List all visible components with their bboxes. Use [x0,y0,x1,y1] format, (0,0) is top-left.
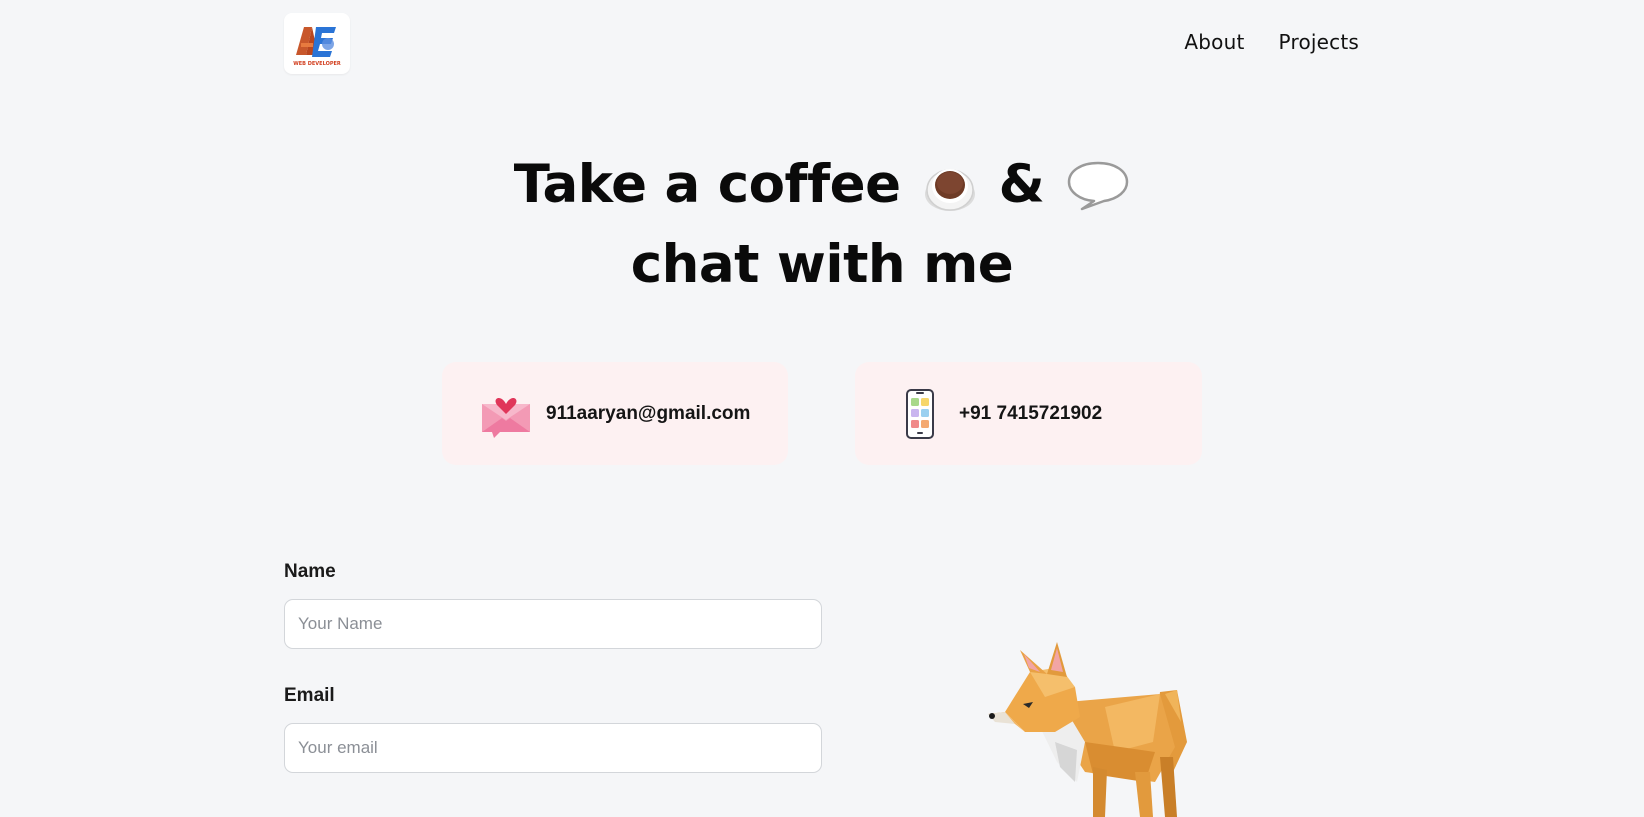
nav-about-link[interactable]: About [1184,30,1244,54]
hero-line-1: Take a coffee & [0,145,1644,225]
hero-line-1-text: Take a coffee [513,154,901,215]
fox-illustration [985,632,1195,817]
hero-line-2-text: chat with me [630,234,1014,295]
mobile-phone-icon [905,388,935,439]
main-nav: About Projects [1184,30,1359,54]
name-input[interactable] [284,599,822,649]
site-logo[interactable]: WEB DEVELOPER [284,13,350,74]
svg-text:WEB DEVELOPER: WEB DEVELOPER [293,61,341,67]
hero-line-2: chat with me [0,225,1644,305]
email-label: Email [284,685,335,706]
contact-page: WEB DEVELOPER About Projects Take a coff… [0,0,1644,817]
phone-number-text: +91 7415721902 [959,402,1103,424]
speech-bubble-icon [1066,159,1130,211]
email-input[interactable] [284,723,822,773]
nav-projects-link[interactable]: Projects [1279,30,1359,54]
email-address-text: 911aaryan@gmail.com [546,402,751,424]
coffee-icon [923,156,977,214]
logo-mark-icon: WEB DEVELOPER [293,26,341,67]
hero-heading: Take a coffee & chat with me [0,145,1644,305]
name-label: Name [284,561,336,582]
phone-contact-card[interactable]: +91 7415721902 [855,362,1202,465]
hero-ampersand: & [998,154,1045,215]
email-contact-card[interactable]: 911aaryan@gmail.com [442,362,788,465]
love-letter-icon [480,390,532,438]
